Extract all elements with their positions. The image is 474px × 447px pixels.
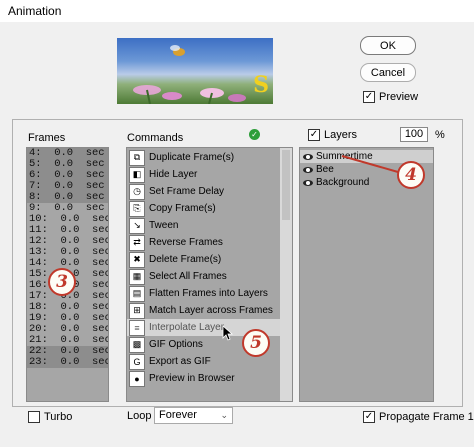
copy-icon: ⎘ xyxy=(129,200,145,217)
reverse-icon: ⇄ xyxy=(129,234,145,251)
propagate-checkbox[interactable]: ✓ Propagate Frame 1 xyxy=(363,411,474,423)
command-item[interactable]: ▤ Flatten Frames into Layers xyxy=(127,285,292,302)
commands-scroll-thumb[interactable] xyxy=(282,150,290,220)
loop-label: Loop xyxy=(127,410,152,422)
match-layer-icon: ⊞ xyxy=(129,302,145,319)
eye-icon[interactable] xyxy=(303,153,313,161)
loop-value: Forever xyxy=(159,409,197,421)
check-circle-icon: ✓ xyxy=(249,129,260,140)
command-item[interactable]: ⇄ Reverse Frames xyxy=(127,234,292,251)
preview-check-icon: ✓ xyxy=(363,91,375,103)
command-item[interactable]: ▦ Select All Frames xyxy=(127,268,292,285)
command-label: Interpolate Layer xyxy=(149,322,225,333)
frames-label: Frames xyxy=(28,132,66,144)
gif-export-icon: G xyxy=(129,353,145,370)
command-item[interactable]: ● Preview in Browser xyxy=(127,370,292,387)
turbo-label: Turbo xyxy=(44,411,73,423)
command-label: Select All Frames xyxy=(149,271,227,282)
commands-label: Commands xyxy=(127,132,184,144)
clock-icon: ◷ xyxy=(129,183,145,200)
command-label: Match Layer across Frames xyxy=(149,305,273,316)
commands-scrollbar[interactable] xyxy=(280,148,292,401)
delete-icon: ✖ xyxy=(129,251,145,268)
preview-checkbox[interactable]: ✓ Preview xyxy=(363,91,418,103)
title-bar: Animation xyxy=(0,0,474,22)
eye-icon[interactable] xyxy=(303,179,313,187)
command-label: Flatten Frames into Layers xyxy=(149,288,268,299)
window-title: Animation xyxy=(8,4,62,18)
command-label: Set Frame Delay xyxy=(149,186,225,197)
interpolate-icon: ≡ xyxy=(129,319,145,336)
command-item[interactable]: ⧉ Duplicate Frame(s) xyxy=(127,149,292,166)
preview-image: S xyxy=(117,38,273,104)
command-item[interactable]: ≡ Interpolate Layer xyxy=(127,319,292,336)
duplicate-icon: ⧉ xyxy=(129,149,145,166)
annotation-badge-5: 5 xyxy=(242,329,270,357)
command-item[interactable]: ✖ Delete Frame(s) xyxy=(127,251,292,268)
preview-overlay-text: S xyxy=(253,72,269,98)
command-label: Reverse Frames xyxy=(149,237,223,248)
opacity-unit: % xyxy=(435,129,445,141)
command-item[interactable]: ⎘ Copy Frame(s) xyxy=(127,200,292,217)
command-item[interactable]: ◷ Set Frame Delay xyxy=(127,183,292,200)
layers-check-icon: ✓ xyxy=(308,129,320,141)
select-all-icon: ▦ xyxy=(129,268,145,285)
layers-label: Layers xyxy=(324,129,358,141)
loop-select[interactable]: Forever ⌄ xyxy=(154,407,233,424)
propagate-check-icon: ✓ xyxy=(363,411,375,423)
tween-icon: ↘ xyxy=(129,217,145,234)
commands-list[interactable]: ⧉ Duplicate Frame(s) ◧ Hide Layer ◷ Set Frame… xyxy=(126,147,293,402)
flatten-icon: ▤ xyxy=(129,285,145,302)
hide-layer-icon: ◧ xyxy=(129,166,145,183)
layer-label: Bee xyxy=(316,164,334,175)
mouse-cursor-icon xyxy=(222,325,234,341)
command-item[interactable]: ↘ Tween xyxy=(127,217,292,234)
command-label: Duplicate Frame(s) xyxy=(149,152,235,163)
command-item[interactable]: ◧ Hide Layer xyxy=(127,166,292,183)
command-label: Preview in Browser xyxy=(149,373,235,384)
annotation-badge-3: 3 xyxy=(48,268,76,296)
command-label: Delete Frame(s) xyxy=(149,254,222,265)
command-label: Export as GIF xyxy=(149,356,211,367)
cancel-button[interactable]: Cancel xyxy=(360,63,416,82)
command-item[interactable]: G Export as GIF xyxy=(127,353,292,370)
command-label: Copy Frame(s) xyxy=(149,203,216,214)
frame-row[interactable]: 23: 0.0 sec xyxy=(27,357,108,368)
flower-bee-picture xyxy=(133,45,246,104)
turbo-check-icon xyxy=(28,411,40,423)
eye-icon[interactable] xyxy=(303,166,313,174)
layers-checkbox[interactable]: ✓ Layers xyxy=(308,129,357,141)
command-item[interactable]: ⊞ Match Layer across Frames xyxy=(127,302,292,319)
propagate-label: Propagate Frame 1 xyxy=(379,411,474,423)
gif-options-icon: ▩ xyxy=(129,336,145,353)
annotation-arrow xyxy=(341,155,399,173)
command-label: GIF Options xyxy=(149,339,203,350)
browser-icon: ● xyxy=(129,370,145,387)
opacity-input[interactable]: 100 xyxy=(400,127,428,142)
ok-button[interactable]: OK xyxy=(360,36,416,55)
turbo-checkbox[interactable]: Turbo xyxy=(28,411,72,423)
command-label: Hide Layer xyxy=(149,169,198,180)
preview-label: Preview xyxy=(379,91,419,103)
chevron-down-icon: ⌄ xyxy=(220,410,228,420)
command-label: Tween xyxy=(149,220,179,231)
